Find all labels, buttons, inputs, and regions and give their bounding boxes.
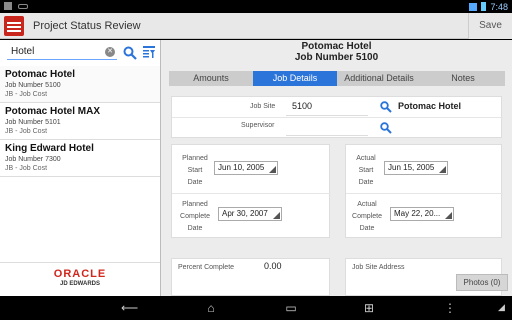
planned-complete-label-line3: Date bbox=[187, 225, 203, 232]
search-input[interactable] bbox=[7, 44, 117, 60]
detail-tabs: Amounts Job Details Additional Details N… bbox=[169, 71, 505, 86]
app-logo-icon[interactable] bbox=[4, 16, 24, 36]
actual-start-label: Actual Start Date bbox=[350, 153, 382, 189]
clear-search-icon[interactable]: ✕ bbox=[105, 47, 115, 57]
actual-start-date-picker[interactable]: Jun 15, 2005 bbox=[384, 161, 448, 175]
job-site-value[interactable]: 5100 bbox=[292, 101, 312, 111]
clock: 7:48 bbox=[490, 1, 508, 12]
planned-start-label: Planned Start Date bbox=[178, 153, 212, 189]
dropdown-corner-icon bbox=[439, 166, 446, 173]
navigation-bar: ⟵ ⌂ ▭ ⊞ ⋮ ◢ bbox=[0, 296, 512, 320]
actual-complete-label-line2: Complete bbox=[352, 213, 382, 220]
dropdown-corner-icon bbox=[445, 212, 452, 219]
search-row: ✕ bbox=[0, 40, 161, 64]
tab-notes[interactable]: Notes bbox=[421, 71, 505, 86]
actual-complete-label-line1: Actual bbox=[357, 201, 377, 208]
save-button[interactable]: Save bbox=[468, 13, 512, 39]
recent-apps-icon[interactable]: ▭ bbox=[283, 301, 299, 315]
notification-image-icon bbox=[4, 2, 12, 10]
actual-complete-label: Actual Complete Date bbox=[348, 199, 386, 235]
percent-complete-label: Percent Complete bbox=[178, 264, 235, 271]
oracle-logo: ORACLE JD EDWARDS bbox=[0, 262, 160, 296]
actual-complete-label-line3: Date bbox=[359, 225, 375, 232]
job-site-underline bbox=[286, 115, 368, 116]
detail-header: Potomac Hotel Job Number 5100 bbox=[161, 40, 512, 70]
jd-edwards-wordmark: JD EDWARDS bbox=[59, 281, 100, 287]
job-type: JB - Job Cost bbox=[5, 128, 48, 135]
action-bar: Project Status Review Save bbox=[0, 13, 512, 39]
back-icon[interactable]: ⟵ bbox=[121, 301, 138, 315]
actual-divider bbox=[346, 193, 503, 194]
job-site-label: Job Site bbox=[250, 103, 276, 110]
supervisor-label: Supervisor bbox=[241, 122, 275, 129]
planned-start-label-line1: Planned bbox=[182, 155, 208, 162]
supervisor-search-icon[interactable] bbox=[380, 122, 392, 134]
job-type: JB - Job Cost bbox=[5, 165, 48, 172]
search-icon[interactable] bbox=[123, 46, 137, 60]
percent-complete-card: Percent Complete 0.00 bbox=[171, 258, 330, 296]
job-detail-pane: Potomac Hotel Job Number 5100 Amounts Jo… bbox=[161, 40, 512, 296]
actual-start-date-value: Jun 15, 2005 bbox=[388, 163, 435, 172]
job-number: Job Number 7300 bbox=[5, 156, 61, 163]
job-number: Job Number 5101 bbox=[5, 119, 61, 126]
planned-complete-label: Planned Complete Date bbox=[176, 199, 214, 235]
list-item[interactable]: Potomac Hotel MAX Job Number 5101 JB - J… bbox=[0, 103, 160, 140]
overflow-indicator-icon: ◢ bbox=[498, 302, 505, 312]
planned-complete-label-line2: Complete bbox=[180, 213, 210, 220]
planned-complete-label-line1: Planned bbox=[182, 201, 208, 208]
list-item[interactable]: King Edward Hotel Job Number 7300 JB - J… bbox=[0, 140, 160, 177]
battery-icon bbox=[481, 2, 487, 11]
job-site-search-icon[interactable] bbox=[380, 101, 392, 113]
actual-complete-date-value: May 22, 20... bbox=[394, 209, 441, 218]
job-site-row-divider bbox=[172, 117, 503, 118]
planned-start-date-picker[interactable]: Jun 10, 2005 bbox=[214, 161, 278, 175]
job-name: Potomac Hotel bbox=[5, 69, 76, 80]
planned-complete-date-picker[interactable]: Apr 30, 2007 bbox=[218, 207, 282, 221]
job-name: Potomac Hotel MAX bbox=[5, 106, 101, 117]
percent-complete-value[interactable]: 0.00 bbox=[264, 261, 282, 271]
menu-icon[interactable]: ⋮ bbox=[442, 301, 458, 315]
list-item[interactable]: Potomac Hotel Job Number 5100 JB - Job C… bbox=[0, 66, 160, 103]
screenshot-icon[interactable]: ⊞ bbox=[361, 301, 377, 315]
planned-divider bbox=[172, 193, 331, 194]
job-site-card: Job Site 5100 Potomac Hotel Supervisor bbox=[171, 96, 503, 138]
tab-amounts[interactable]: Amounts bbox=[169, 71, 253, 86]
job-list: Potomac Hotel Job Number 5100 JB - Job C… bbox=[0, 66, 160, 177]
planned-start-date-value: Jun 10, 2005 bbox=[218, 163, 265, 172]
actual-start-label-line1: Actual bbox=[356, 155, 376, 162]
job-type: JB - Job Cost bbox=[5, 91, 48, 98]
planned-dates-card: Planned Start Date Jun 10, 2005 Planned … bbox=[171, 144, 331, 238]
job-list-pane: ✕ Potomac Hotel Job Number 5100 JB - Job… bbox=[0, 40, 161, 296]
supervisor-underline bbox=[286, 135, 368, 136]
planned-start-label-line3: Date bbox=[187, 179, 203, 186]
status-bar: 7:48 bbox=[0, 0, 512, 13]
dropdown-corner-icon bbox=[269, 166, 276, 173]
dropdown-corner-icon bbox=[273, 212, 280, 219]
detail-title: Potomac Hotel bbox=[301, 41, 372, 52]
job-number: Job Number 5100 bbox=[5, 82, 61, 89]
wifi-icon bbox=[469, 2, 478, 11]
job-site-name: Potomac Hotel bbox=[398, 101, 462, 111]
tab-additional-details[interactable]: Additional Details bbox=[337, 71, 421, 86]
actual-complete-date-picker[interactable]: May 22, 20... bbox=[390, 207, 454, 221]
actual-start-label-line2: Start bbox=[358, 167, 374, 174]
address-label: Job Site Address bbox=[352, 264, 405, 271]
oracle-wordmark: ORACLE bbox=[53, 268, 107, 280]
planned-start-label-line2: Start bbox=[187, 167, 203, 174]
planned-complete-date-value: Apr 30, 2007 bbox=[222, 209, 268, 218]
photos-button[interactable]: Photos (0) bbox=[456, 274, 508, 291]
home-icon[interactable]: ⌂ bbox=[203, 301, 219, 315]
actual-start-label-line3: Date bbox=[358, 179, 374, 186]
job-name: King Edward Hotel bbox=[5, 143, 94, 154]
filter-list-icon[interactable] bbox=[142, 45, 156, 59]
key-icon bbox=[18, 3, 28, 9]
tab-job-details[interactable]: Job Details bbox=[253, 71, 337, 86]
actual-dates-card: Actual Start Date Jun 15, 2005 Actual Co… bbox=[345, 144, 503, 238]
app-title: Project Status Review bbox=[33, 20, 141, 32]
detail-subtitle: Job Number 5100 bbox=[294, 52, 379, 63]
